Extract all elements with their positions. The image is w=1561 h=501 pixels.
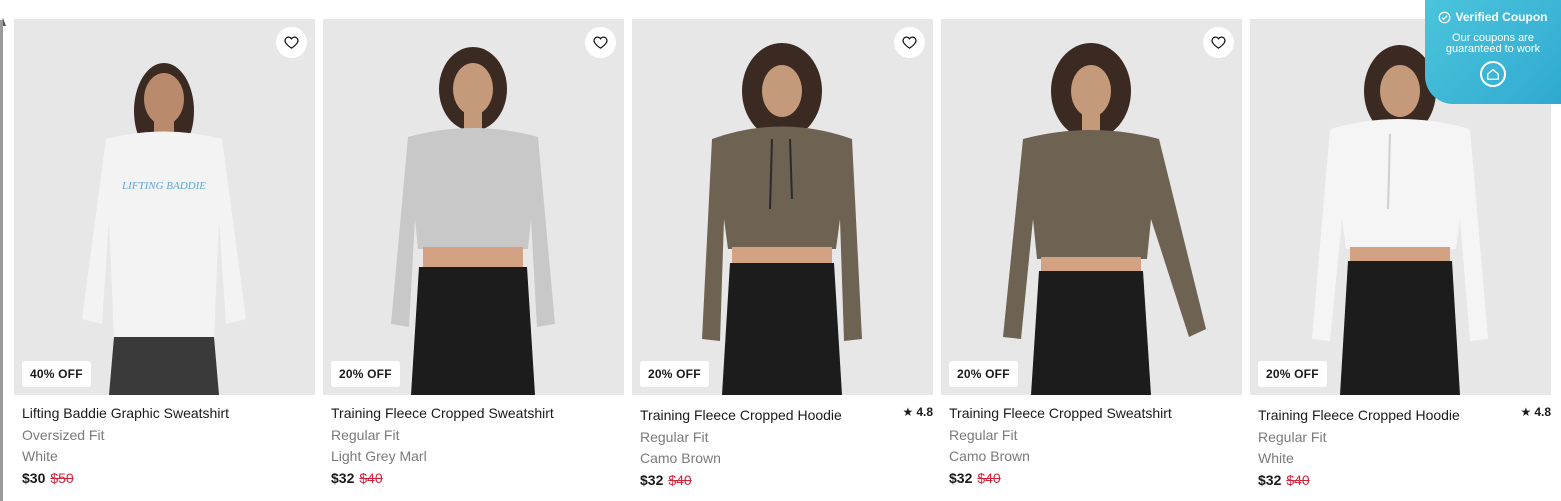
- product-title[interactable]: Training Fleece Cropped Hoodie: [1258, 407, 1543, 424]
- verified-coupon-widget[interactable]: Verified Coupon Our coupons are guarante…: [1425, 0, 1561, 104]
- model-photo: [1003, 43, 1206, 395]
- house-logo-icon: [1480, 61, 1506, 87]
- star-icon: ★: [1520, 405, 1532, 419]
- product-price: $32 $40: [331, 468, 616, 489]
- product-fit: Oversized Fit: [22, 427, 105, 443]
- product-grid: LIFTING BADDIE 40% OFF Lifting Baddie Gr…: [14, 19, 1551, 501]
- product-info: Lifting Baddie Graphic Sweatshirt Oversi…: [14, 395, 315, 489]
- rating-value: 4.8: [916, 405, 933, 419]
- product-color: Camo Brown: [949, 448, 1030, 464]
- product-color: Light Grey Marl: [331, 448, 427, 464]
- product-fit: Regular Fit: [640, 429, 709, 445]
- current-price: $30: [22, 470, 46, 486]
- discount-badge: 20% OFF: [949, 361, 1018, 387]
- product-card[interactable]: 20% OFF ★ 4.8 Training Fleece Cropped Hoo…: [632, 19, 933, 501]
- wishlist-button[interactable]: [894, 27, 925, 58]
- product-color: White: [1258, 450, 1294, 466]
- heart-outline-icon: [593, 36, 608, 49]
- coupon-header: Verified Coupon: [1425, 0, 1561, 24]
- current-price: $32: [331, 470, 355, 486]
- product-price: $32 $40: [1258, 470, 1543, 491]
- product-title[interactable]: Lifting Baddie Graphic Sweatshirt: [22, 405, 307, 422]
- model-photo: [702, 43, 862, 395]
- product-card[interactable]: 20% OFF Training Fleece Cropped Sweatshi…: [941, 19, 1242, 501]
- original-price: $50: [50, 470, 74, 486]
- product-fit: Regular Fit: [331, 427, 400, 443]
- product-rating: ★ 4.8: [1521, 405, 1551, 419]
- current-price: $32: [640, 472, 664, 488]
- model-photo: [391, 47, 555, 395]
- original-price: $40: [359, 470, 383, 486]
- heart-outline-icon: [284, 36, 299, 49]
- heart-outline-icon: [902, 36, 917, 49]
- discount-badge: 40% OFF: [22, 361, 91, 387]
- product-info: Training Fleece Cropped Sweatshirt Regul…: [941, 395, 1242, 489]
- wishlist-button[interactable]: [276, 27, 307, 58]
- product-info: ★ 4.8 Training Fleece Cropped Hoodie Regu…: [1250, 395, 1551, 491]
- product-title[interactable]: Training Fleece Cropped Sweatshirt: [949, 405, 1234, 422]
- product-price: $32 $40: [640, 470, 925, 491]
- discount-badge: 20% OFF: [640, 361, 709, 387]
- discount-badge: 20% OFF: [1258, 361, 1327, 387]
- wishlist-button[interactable]: [585, 27, 616, 58]
- original-price: $40: [668, 472, 692, 488]
- product-title[interactable]: Training Fleece Cropped Hoodie: [640, 407, 925, 424]
- coupon-title: Verified Coupon: [1455, 10, 1548, 24]
- product-color: Camo Brown: [640, 450, 721, 466]
- product-title[interactable]: Training Fleece Cropped Sweatshirt: [331, 405, 616, 422]
- original-price: $40: [1286, 472, 1310, 488]
- product-image[interactable]: 20% OFF: [941, 19, 1242, 395]
- product-color: White: [22, 448, 58, 464]
- product-info: Training Fleece Cropped Sweatshirt Regul…: [323, 395, 624, 489]
- product-fit: Regular Fit: [1258, 429, 1327, 445]
- product-card[interactable]: LIFTING BADDIE 40% OFF Lifting Baddie Gr…: [14, 19, 315, 501]
- product-info: ★ 4.8 Training Fleece Cropped Hoodie Regu…: [632, 395, 933, 491]
- wishlist-button[interactable]: [1203, 27, 1234, 58]
- rating-value: 4.8: [1534, 405, 1551, 419]
- original-price: $40: [977, 470, 1001, 486]
- check-circle-icon: [1439, 11, 1451, 23]
- product-card[interactable]: 20% OFF Training Fleece Cropped Sweatshi…: [323, 19, 624, 501]
- left-scrollbar[interactable]: [0, 20, 3, 501]
- svg-text:LIFTING BADDIE: LIFTING BADDIE: [121, 180, 206, 192]
- coupon-subtitle: Our coupons are guaranteed to work: [1445, 32, 1541, 55]
- product-image[interactable]: LIFTING BADDIE 40% OFF: [14, 19, 315, 395]
- discount-badge: 20% OFF: [331, 361, 400, 387]
- current-price: $32: [1258, 472, 1282, 488]
- product-price: $30 $50: [22, 468, 307, 489]
- star-icon: ★: [902, 405, 914, 419]
- model-photo: LIFTING BADDIE: [82, 63, 246, 395]
- product-image[interactable]: 20% OFF: [632, 19, 933, 395]
- heart-outline-icon: [1211, 36, 1226, 49]
- product-image[interactable]: 20% OFF: [323, 19, 624, 395]
- product-fit: Regular Fit: [949, 427, 1018, 443]
- current-price: $32: [949, 470, 973, 486]
- product-price: $32 $40: [949, 468, 1234, 489]
- product-rating: ★ 4.8: [903, 405, 933, 419]
